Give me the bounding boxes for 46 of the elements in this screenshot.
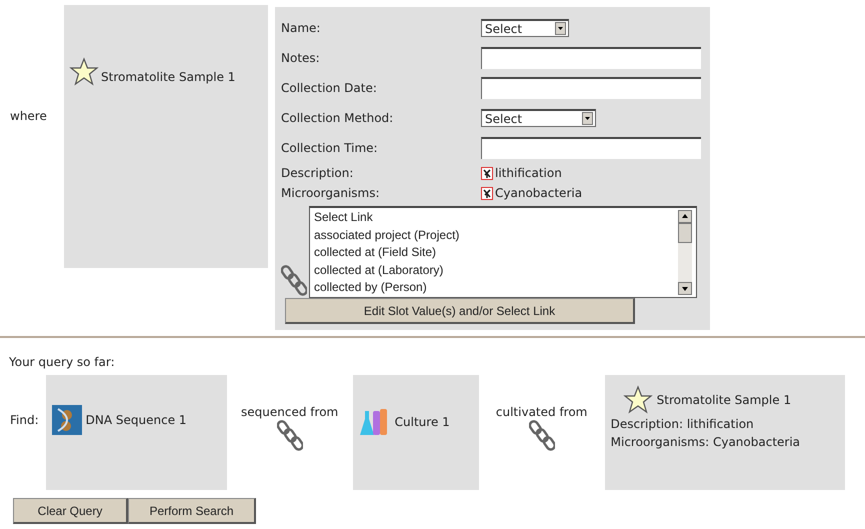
- link-label: cultivated from: [496, 405, 588, 419]
- node-name: Stromatolite Sample 1: [656, 393, 792, 407]
- slot-label: Description:: [281, 166, 354, 180]
- link-option[interactable]: collected by (Person): [314, 279, 674, 296]
- node-name: Culture 1: [394, 415, 450, 429]
- tool-icon[interactable]: [481, 186, 493, 200]
- node-name: DNA Sequence 1: [86, 413, 187, 427]
- link-option[interactable]: collected at (Laboratory): [314, 262, 674, 279]
- star-icon: [622, 385, 653, 415]
- link-option[interactable]: collected at (Field Site): [314, 244, 674, 262]
- slot-value: Cyanobacteria: [495, 186, 582, 200]
- slot-value: lithification: [495, 166, 562, 180]
- link-option[interactable]: associated project (Project): [314, 226, 674, 244]
- slot-label: Notes:: [281, 51, 321, 65]
- slot-label: Collection Time:: [281, 141, 379, 155]
- slot-label: Microorganisms:: [281, 186, 381, 200]
- slot-label: Collection Date:: [281, 81, 378, 95]
- tool-icon[interactable]: [481, 166, 493, 180]
- link-option[interactable]: Select Link: [314, 209, 674, 226]
- node-detail: Description: lithification: [610, 416, 755, 433]
- chain-link-icon: [276, 419, 303, 453]
- select-dropdown[interactable]: Select: [481, 19, 569, 37]
- scrollbar-thumb[interactable]: [678, 223, 692, 243]
- where-label: where: [9, 109, 48, 123]
- dna-icon: [52, 405, 82, 435]
- slot-label: Collection Method:: [281, 111, 394, 125]
- link-list-box[interactable]: Select Link associated project (Project) collected at (Field Site) collected at (Laboratory) collected by (Person): [309, 206, 697, 298]
- star-icon: [69, 57, 99, 87]
- text-input-field[interactable]: [481, 47, 701, 69]
- query-button[interactable]: Perform Search: [128, 498, 256, 524]
- chain-link-icon: [281, 264, 307, 298]
- chain-link-icon: [528, 419, 555, 453]
- scrollbar[interactable]: [678, 210, 692, 295]
- find-label: Find:: [10, 413, 39, 427]
- slot-label: Name:: [281, 21, 322, 35]
- text-input-field[interactable]: [481, 77, 701, 99]
- query-heading: Your query so far:: [9, 355, 116, 369]
- select-dropdown[interactable]: Select: [481, 109, 596, 127]
- scroll-up-icon[interactable]: [678, 210, 692, 223]
- edit-slot-button[interactable]: Edit Slot Value(s) and/or Select Link: [285, 298, 635, 324]
- link-label: sequenced from: [241, 405, 338, 419]
- text-input-field[interactable]: [481, 137, 701, 159]
- query-button[interactable]: Clear Query: [13, 498, 128, 524]
- node-detail: Microorganisms: Cyanobacteria: [610, 434, 802, 451]
- subject-name: Stromatolite Sample 1: [101, 70, 236, 84]
- scroll-down-icon[interactable]: [678, 282, 692, 295]
